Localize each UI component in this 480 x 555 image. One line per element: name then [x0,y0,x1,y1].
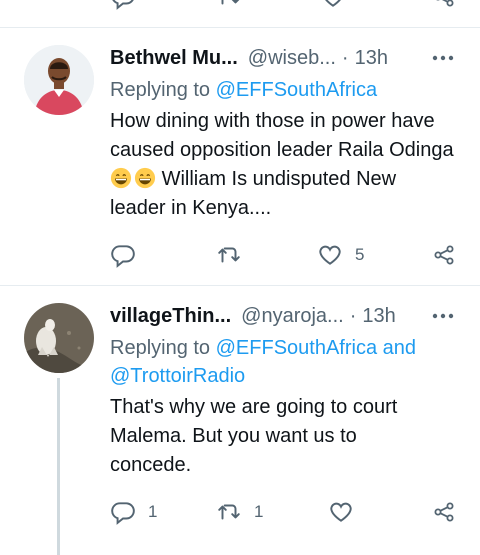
previous-tweet-actions [110,0,456,10]
heart-icon [330,502,352,522]
retweet-button[interactable]: 1 [216,497,263,527]
reply-count: 1 [148,502,158,521]
mention-link[interactable]: @EFFSouthAfrica [216,79,377,101]
reply-icon[interactable] [110,0,136,10]
user-handle[interactable]: @nyaroja... [241,305,344,328]
reply-button[interactable] [110,240,148,270]
avatar-image [24,45,94,115]
retweet-icon [218,247,240,263]
share-icon [434,245,454,265]
display-name[interactable]: Bethwel Mu... [110,47,238,70]
like-button[interactable] [328,497,366,527]
display-name[interactable]: villageThin... [110,305,231,328]
retweet-icon[interactable] [216,0,242,10]
tweet-text: That's why we are going to court Malema.… [110,396,398,476]
share-icon[interactable] [432,0,456,10]
replying-to-label: Replying to [110,79,211,101]
tweet-text: How dining with those in power have caus… [110,107,455,223]
reply-icon [111,245,135,268]
timestamp[interactable]: 13h [362,305,395,328]
separator-dot: · [341,46,349,69]
replying-to: Replying to @EFFSouthAfrica [110,76,450,104]
retweet-count: 1 [254,502,264,521]
tweet-2[interactable]: villageThin... @nyaroja... · 13h Replyin… [0,286,480,555]
share-button[interactable] [432,240,456,270]
more-icon[interactable] [430,44,456,72]
retweet-icon [218,504,240,520]
share-icon [434,502,454,522]
avatar[interactable] [24,45,94,115]
like-button[interactable]: 5 [317,240,364,270]
tweet-actions: 5 [110,240,456,270]
separator-dot: · [349,304,357,327]
reply-icon [111,502,135,525]
tweet-text-part1: How dining with those in power have caus… [110,110,454,161]
retweet-button[interactable] [216,240,254,270]
tweet-actions: 1 1 [110,497,456,527]
thread-line [57,378,60,555]
tweet-header: villageThin... @nyaroja... · 13h [110,302,480,330]
heart-icon [319,245,341,265]
replying-to: Replying to @EFFSouthAfrica and @Trottoi… [110,334,450,390]
more-icon[interactable] [430,302,456,330]
avatar-image [24,303,94,373]
share-button[interactable] [432,497,456,527]
tweet-header: Bethwel Mu... @wiseb... · 13h [110,44,480,72]
user-handle[interactable]: @wiseb... [248,47,336,70]
avatar[interactable] [24,303,94,373]
tweet-1[interactable]: Bethwel Mu... @wiseb... · 13h Replying t… [0,28,480,285]
reply-button[interactable]: 1 [110,497,157,527]
like-count: 5 [355,245,365,264]
timestamp[interactable]: 13h [355,47,388,70]
grinning-face-emoji [134,167,156,189]
replying-to-label: Replying to [110,337,211,359]
grinning-face-emoji [110,167,132,189]
heart-icon[interactable] [320,0,346,10]
